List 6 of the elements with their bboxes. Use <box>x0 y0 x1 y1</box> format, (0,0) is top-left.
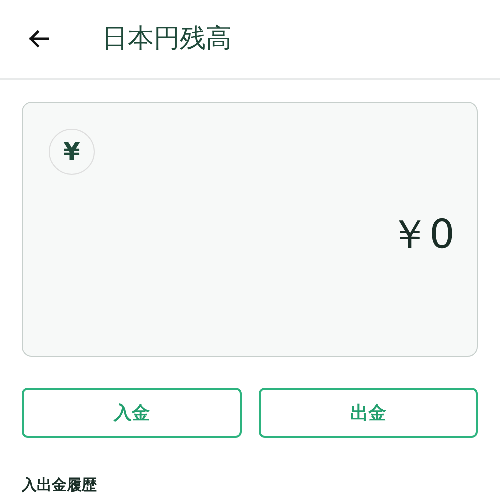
withdraw-button[interactable]: 出金 <box>258 388 478 438</box>
page-title: 日本円残高 <box>102 22 232 56</box>
section-title: 入出金履歴 <box>22 478 98 493</box>
balance-amount: ￥0 <box>390 211 455 260</box>
currency-badge: ¥ <box>49 129 95 175</box>
deposit-button[interactable]: 入金 <box>22 388 242 438</box>
